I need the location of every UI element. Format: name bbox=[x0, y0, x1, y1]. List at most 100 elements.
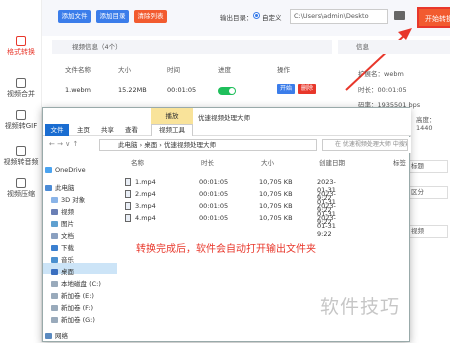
address-bar[interactable]: 此电脑 › 桌面 › 优速视频处理大师 bbox=[99, 139, 317, 151]
row-time: 00:01:05 bbox=[167, 86, 197, 94]
tree-item-onedrive[interactable]: OneDrive bbox=[45, 166, 86, 174]
video-icon bbox=[51, 209, 58, 215]
tree-item-c[interactable]: 本地磁盘 (C:) bbox=[51, 278, 101, 288]
file-row[interactable]: 3.mp4 00:01:05 10,705 KB 2023-01-31 9:22 bbox=[125, 202, 336, 226]
drive-icon bbox=[51, 281, 58, 287]
play-button[interactable]: 开始 bbox=[277, 84, 295, 94]
tab-share[interactable]: 共享 bbox=[101, 125, 114, 135]
nav-item-gif[interactable]: 视频转GIF bbox=[0, 110, 42, 131]
col-tags[interactable]: 标签 bbox=[393, 157, 406, 167]
pc-icon bbox=[45, 185, 52, 191]
download-icon bbox=[51, 245, 58, 251]
custom-radio[interactable] bbox=[253, 12, 260, 19]
file-row[interactable]: 4.mp4 00:01:05 10,705 KB 2023-01-31 9:22 bbox=[125, 214, 336, 238]
custom-radio-label: 自定义 bbox=[262, 14, 282, 22]
video-file-icon bbox=[125, 214, 131, 222]
music-icon bbox=[51, 257, 58, 263]
nav-label: 格式转换 bbox=[7, 48, 35, 56]
video-file-icon bbox=[125, 178, 131, 186]
col-size: 大小 bbox=[118, 66, 131, 74]
tree-item-video[interactable]: 视频 bbox=[51, 206, 74, 216]
watermark: 软件技巧 bbox=[320, 296, 401, 318]
tree-item-g[interactable]: 新加卷 (G:) bbox=[51, 314, 95, 324]
crumb-folder[interactable]: 优速视频处理大师 bbox=[164, 141, 216, 149]
compress-icon bbox=[16, 178, 26, 188]
add-dir-button[interactable]: 添加目录 bbox=[96, 10, 129, 23]
tree-item-music[interactable]: 音乐 bbox=[51, 254, 74, 264]
merge-icon bbox=[16, 78, 26, 88]
crumb-desktop[interactable]: 桌面 bbox=[144, 141, 157, 149]
col-duration[interactable]: 时长 bbox=[201, 157, 214, 167]
start-convert-button[interactable]: 开始转换 bbox=[417, 7, 450, 28]
tree-item-desktop[interactable]: 桌面 bbox=[51, 266, 74, 276]
explorer-title: 优速视频处理大师 bbox=[198, 114, 250, 122]
file-row[interactable]: 2.mp4 00:01:05 10,705 KB 2023-01-31 9:22 bbox=[125, 190, 336, 214]
col-time: 时间 bbox=[167, 66, 180, 74]
drive-icon bbox=[51, 293, 58, 299]
desktop-icon bbox=[51, 269, 58, 275]
tab-video-tools[interactable]: 视频工具 bbox=[151, 124, 193, 136]
col-action: 操作 bbox=[277, 66, 290, 74]
tab-view[interactable]: 查看 bbox=[125, 125, 138, 135]
row-filename: 1.webm bbox=[65, 86, 91, 94]
doc-icon bbox=[51, 233, 58, 239]
delete-button[interactable]: 删除 bbox=[298, 84, 316, 94]
nav-label: 视频压缩 bbox=[7, 190, 35, 198]
left-nav: 格式转换 视频合并 视频转GIF 视频转音频 视频压缩 bbox=[0, 0, 42, 342]
col-progress: 进度 bbox=[218, 66, 231, 74]
info-header: 信息 bbox=[338, 40, 450, 54]
cloud-icon bbox=[45, 167, 52, 173]
tree-item-pc[interactable]: 此电脑 bbox=[45, 182, 75, 192]
tree-item-e[interactable]: 新加卷 (E:) bbox=[51, 290, 94, 300]
nav-tree: OneDrive 此电脑 3D 对象 视频 图片 文档 下载 音乐 桌面 本地磁… bbox=[43, 154, 117, 343]
toggle-knob bbox=[229, 88, 235, 94]
col-filename[interactable]: 名称 bbox=[131, 157, 144, 167]
video-list-header: 视频信息（4个） bbox=[52, 40, 332, 54]
crumb-pc[interactable]: 此电脑 bbox=[118, 141, 138, 149]
title-stub[interactable]: 标题 bbox=[408, 160, 448, 173]
file-row[interactable]: 1.mp4 00:01:05 10,705 KB 2023-01-31 9:22 bbox=[125, 178, 336, 202]
tree-item-network[interactable]: 网络 bbox=[45, 330, 68, 340]
col-filesize[interactable]: 大小 bbox=[261, 157, 274, 167]
nav-label: 视频合并 bbox=[7, 90, 35, 98]
ribbon: 文件 主页 共享 查看 视频工具 bbox=[43, 124, 411, 136]
picture-icon bbox=[51, 221, 58, 227]
tree-item-3d[interactable]: 3D 对象 bbox=[51, 194, 85, 204]
network-icon bbox=[45, 333, 52, 339]
drive-icon bbox=[51, 305, 58, 311]
add-file-button[interactable]: 添加文件 bbox=[58, 10, 91, 23]
address-bar-row: ← → ∨ ↑ 此电脑 › 桌面 › 优速视频处理大师 在 优速视频处理大师 中… bbox=[43, 137, 411, 153]
info-duration: 时长：00:01:05 bbox=[358, 86, 407, 94]
annotation-note: 转换完成后，软件会自动打开输出文件夹 bbox=[136, 244, 316, 255]
nav-item-compress[interactable]: 视频压缩 bbox=[0, 178, 42, 199]
cube-icon bbox=[51, 197, 58, 203]
tree-item-f[interactable]: 新加卷 (F:) bbox=[51, 302, 93, 312]
tree-item-pictures[interactable]: 图片 bbox=[51, 218, 74, 228]
tree-item-docs[interactable]: 文档 bbox=[51, 230, 74, 240]
nav-item-format-convert[interactable]: 格式转换 bbox=[0, 36, 42, 57]
nav-label: 视频转音频 bbox=[3, 158, 39, 166]
video-stub[interactable]: 视频 bbox=[408, 225, 448, 238]
col-date[interactable]: 创建日期 bbox=[319, 157, 345, 167]
manage-tab[interactable]: 播放 bbox=[151, 108, 193, 124]
nav-arrows-icon[interactable]: ← → ∨ ↑ bbox=[49, 140, 78, 148]
quality-stub[interactable]: 区分 bbox=[408, 186, 448, 199]
convert-icon bbox=[16, 36, 26, 46]
tree-item-downloads[interactable]: 下载 bbox=[51, 242, 74, 252]
search-input[interactable]: 在 优速视频处理大师 中搜索 bbox=[322, 139, 408, 151]
col-name: 文件名称 bbox=[65, 66, 91, 74]
row-size: 15.22MB bbox=[118, 86, 147, 94]
info-height: 高度：1440 bbox=[416, 116, 436, 132]
nav-label: 视频转GIF bbox=[4, 122, 38, 130]
nav-item-audio[interactable]: 视频转音频 bbox=[0, 146, 42, 167]
gif-icon bbox=[16, 110, 26, 120]
clear-list-button[interactable]: 清除列表 bbox=[134, 10, 167, 23]
info-extension: 扩展名：webm bbox=[358, 70, 404, 78]
audio-icon bbox=[16, 146, 26, 156]
drive-icon bbox=[51, 317, 58, 323]
nav-item-merge[interactable]: 视频合并 bbox=[0, 78, 42, 99]
video-file-icon bbox=[125, 190, 131, 198]
tab-file[interactable]: 文件 bbox=[45, 124, 69, 136]
video-file-icon bbox=[125, 202, 131, 210]
tab-home[interactable]: 主页 bbox=[77, 125, 90, 135]
